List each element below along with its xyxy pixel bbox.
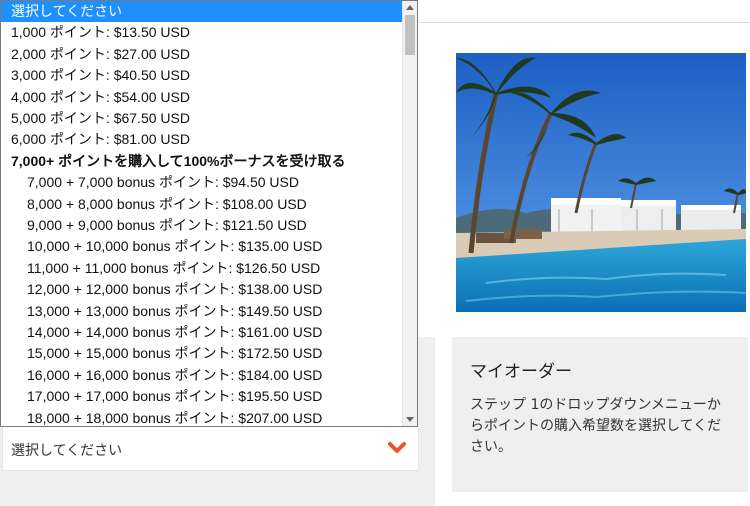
dropdown-option[interactable]: 11,000 + 11,000 bonus ポイント: $126.50 USD bbox=[1, 258, 403, 279]
dropdown-optgroup-label: 7,000+ ポイントを購入して100%ボーナスを受け取る bbox=[11, 152, 346, 169]
dropdown-option[interactable]: 8,000 + 8,000 bonus ポイント: $108.00 USD bbox=[1, 194, 403, 215]
chevron-down-icon bbox=[388, 442, 406, 453]
points-select[interactable]: 選択してください bbox=[2, 425, 419, 471]
scroll-up-arrow-icon[interactable] bbox=[406, 5, 414, 10]
dropdown-option[interactable]: 13,000 + 13,000 bonus ポイント: $149.50 USD bbox=[1, 301, 403, 322]
dropdown-option[interactable]: 10,000 + 10,000 bonus ポイント: $135.00 USD bbox=[1, 236, 403, 257]
scroll-down-arrow-icon[interactable] bbox=[406, 417, 414, 422]
my-order-instructions: ステップ 1のドロップダウンメニューからポイントの購入希望数を選択してください。 bbox=[470, 397, 722, 455]
resort-pool-photo bbox=[456, 53, 746, 312]
dropdown-option[interactable]: 14,000 + 14,000 bonus ポイント: $161.00 USD bbox=[1, 322, 403, 343]
dropdown-option[interactable]: 2,000 ポイント: $27.00 USD bbox=[1, 44, 403, 65]
header-divider bbox=[418, 22, 750, 23]
points-select-value: 選択してください bbox=[11, 443, 123, 459]
dropdown-scrollbar[interactable] bbox=[402, 1, 417, 426]
dropdown-option[interactable]: 3,000 ポイント: $40.50 USD bbox=[1, 65, 403, 86]
scrollbar-thumb[interactable] bbox=[405, 15, 415, 55]
dropdown-option[interactable]: 15,000 + 15,000 bonus ポイント: $172.50 USD bbox=[1, 343, 403, 364]
dropdown-option[interactable]: 9,000 + 9,000 bonus ポイント: $121.50 USD bbox=[1, 215, 403, 236]
dropdown-option[interactable]: 18,000 + 18,000 bonus ポイント: $207.00 USD bbox=[1, 408, 403, 426]
my-order-panel: マイオーダー ステップ 1のドロップダウンメニューからポイントの購入希望数を選択… bbox=[452, 337, 748, 492]
dropdown-option[interactable]: 1,000 ポイント: $13.50 USD bbox=[1, 22, 403, 43]
dropdown-option[interactable]: 5,000 ポイント: $67.50 USD bbox=[1, 108, 403, 129]
points-dropdown-list[interactable]: 選択してください 1,000 ポイント: $13.50 USD 2,000 ポイント… bbox=[0, 0, 418, 427]
dropdown-option[interactable]: 17,000 + 17,000 bonus ポイント: $195.50 USD bbox=[1, 386, 403, 407]
dropdown-option[interactable]: 選択してください bbox=[1, 1, 403, 22]
my-order-title: マイオーダー bbox=[470, 362, 572, 382]
dropdown-option[interactable]: 4,000 ポイント: $54.00 USD bbox=[1, 87, 403, 108]
dropdown-option[interactable]: 6,000 ポイント: $81.00 USD bbox=[1, 129, 403, 150]
dropdown-option[interactable]: 16,000 + 16,000 bonus ポイント: $184.00 USD bbox=[1, 365, 403, 386]
dropdown-option[interactable]: 7,000 + 7,000 bonus ポイント: $94.50 USD bbox=[1, 172, 403, 193]
dropdown-option[interactable]: 12,000 + 12,000 bonus ポイント: $138.00 USD bbox=[1, 279, 403, 300]
